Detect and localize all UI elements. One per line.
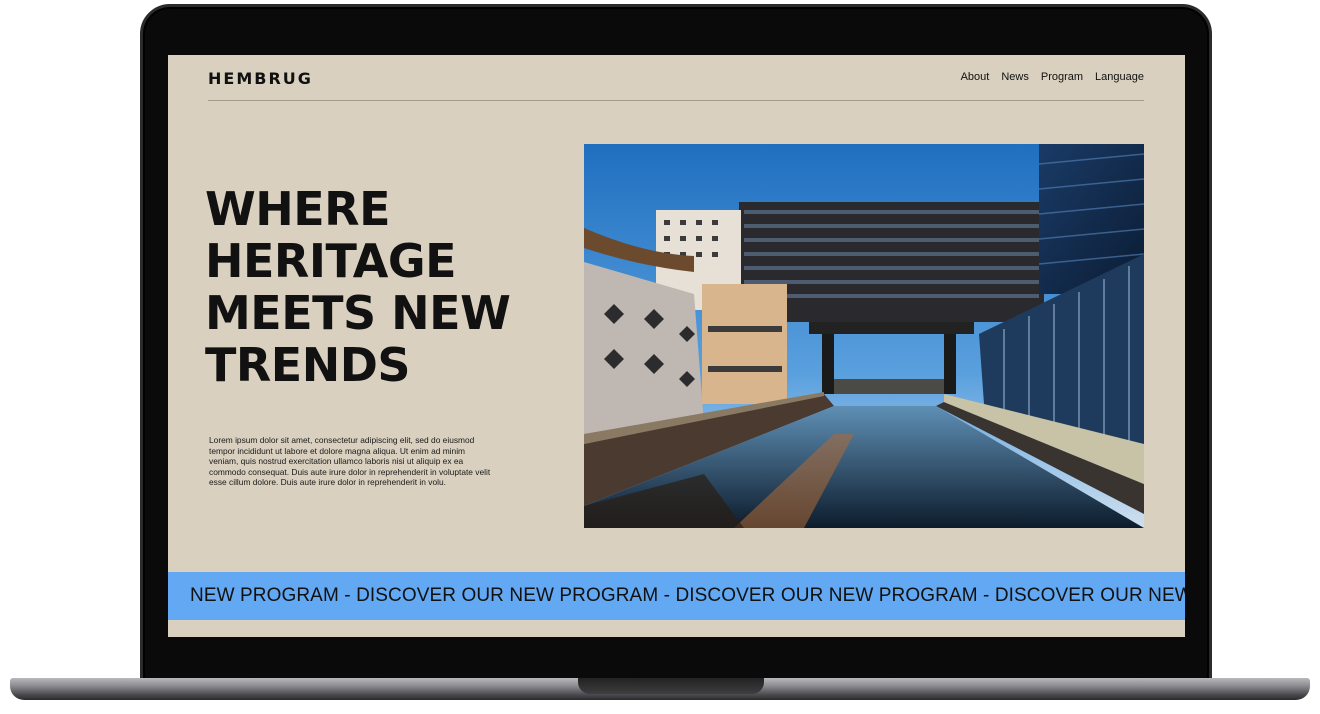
nav-about[interactable]: About [961, 71, 990, 83]
hero-title-line: WHERE [205, 182, 391, 236]
hero-photo [584, 144, 1144, 528]
laptop-notch [578, 678, 764, 694]
nav-news[interactable]: News [1001, 71, 1029, 83]
announcement-ticker[interactable]: NEW PROGRAM - DISCOVER OUR NEW PROGRAM -… [168, 572, 1185, 620]
hero-description: Lorem ipsum dolor sit amet, consectetur … [209, 435, 491, 487]
ticker-text: NEW PROGRAM - DISCOVER OUR NEW PROGRAM -… [190, 585, 1185, 606]
hero-title-line: HERITAGE [205, 234, 457, 288]
website-screen: HEMBRUG About News Program Language WHER… [168, 55, 1185, 637]
site-header: HEMBRUG About News Program Language [208, 69, 1144, 101]
hero-title-line: TRENDS [205, 338, 411, 392]
nav-language[interactable]: Language [1095, 71, 1144, 83]
nav-program[interactable]: Program [1041, 71, 1083, 83]
main-nav: About News Program Language [961, 71, 1144, 83]
laptop-mockup: HEMBRUG About News Program Language WHER… [0, 0, 1320, 714]
hero-title-line: MEETS NEW [205, 286, 511, 340]
hero-title: WHERE HERITAGE MEETS NEW TRENDS [205, 183, 565, 391]
site-logo[interactable]: HEMBRUG [208, 69, 313, 88]
